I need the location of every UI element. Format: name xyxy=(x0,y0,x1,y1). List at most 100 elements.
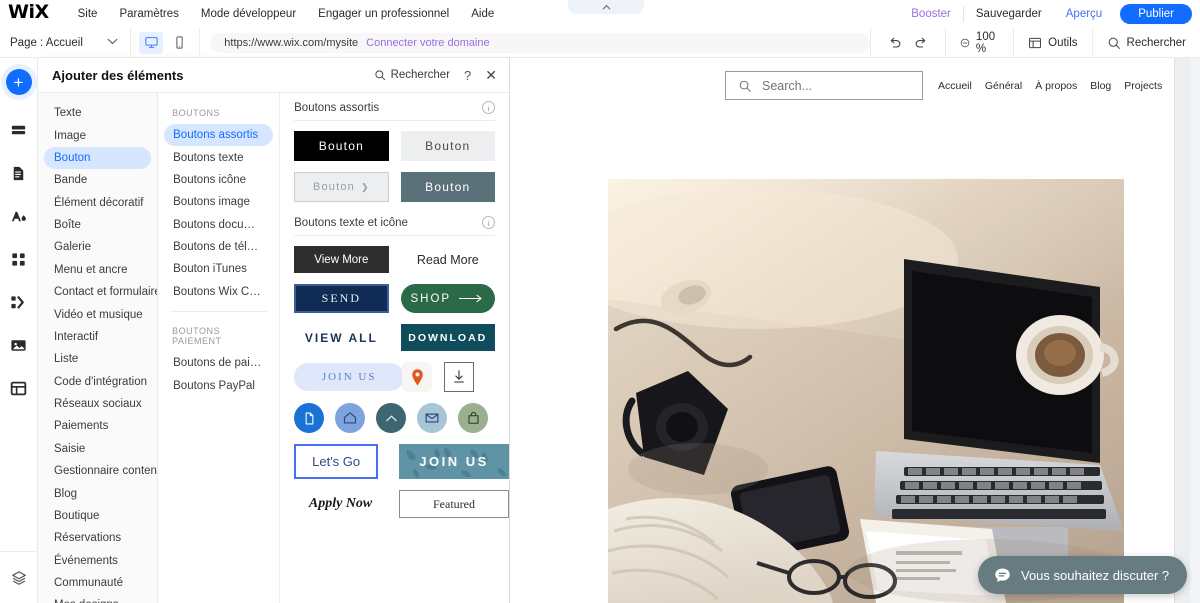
sidebar-item-site-pages[interactable] xyxy=(0,114,38,146)
site-nav-blog[interactable]: Blog xyxy=(1090,80,1111,92)
sample-button-featured[interactable]: Featured xyxy=(399,490,509,518)
sample-button-map-pin[interactable] xyxy=(402,362,433,392)
sample-button-download-icon[interactable] xyxy=(444,362,475,392)
info-icon[interactable]: i xyxy=(482,101,495,114)
category-evenements[interactable]: Événements xyxy=(44,550,151,572)
site-search-box[interactable] xyxy=(725,71,923,100)
subcategory-boutons-image[interactable]: Boutons image xyxy=(164,191,273,213)
subcategory-boutons-document[interactable]: Boutons document xyxy=(164,214,273,236)
sidebar-item-cms[interactable] xyxy=(0,372,38,404)
sidebar-item-theme-manager[interactable] xyxy=(0,200,38,232)
category-reseaux-sociaux[interactable]: Réseaux sociaux xyxy=(44,393,151,415)
info-icon[interactable]: i xyxy=(482,216,495,229)
sample-button-join-us-pill[interactable]: JOIN US xyxy=(294,363,405,391)
zoom-control[interactable]: 100 % xyxy=(944,28,1013,57)
sample-button-view-all[interactable]: VIEW ALL xyxy=(294,324,388,351)
tools-menu-button[interactable]: Outils xyxy=(1013,28,1091,57)
category-blog[interactable]: Blog xyxy=(44,482,151,504)
category-gestionnaire-contenu[interactable]: Gestionnaire contenu xyxy=(44,460,157,482)
subcategory-boutons-paypal[interactable]: Boutons PayPal xyxy=(164,374,273,396)
category-contact-et-formulaires[interactable]: Contact et formulaires xyxy=(44,281,157,303)
subcategory-boutons-assortis[interactable]: Boutons assortis xyxy=(164,124,274,147)
hero-image[interactable] xyxy=(608,179,1124,603)
menu-item-engager-professionnel[interactable]: Engager un professionnel xyxy=(307,8,460,20)
sample-button-solid-black[interactable]: Bouton xyxy=(294,131,389,161)
category-boutique[interactable]: Boutique xyxy=(44,505,151,527)
category-element-decoratif[interactable]: Élément décoratif xyxy=(44,192,151,214)
site-nav-projects[interactable]: Projects xyxy=(1124,80,1162,92)
panel-search-button[interactable]: Rechercher xyxy=(374,69,450,81)
site-nav-general[interactable]: Général xyxy=(985,80,1022,92)
category-liste[interactable]: Liste xyxy=(44,348,151,370)
category-image[interactable]: Image xyxy=(44,124,151,146)
category-bande[interactable]: Bande xyxy=(44,169,151,191)
menu-item-site[interactable]: Site xyxy=(67,8,109,20)
panel-close-button[interactable]: ✕ xyxy=(485,68,497,82)
sample-button-light-gray[interactable]: Bouton xyxy=(400,131,495,161)
sample-button-outline-arrow[interactable]: Bouton ❯ xyxy=(294,172,389,202)
sample-button-join-us-pattern[interactable]: JOIN US xyxy=(399,444,509,479)
sample-button-read-more[interactable]: Read More xyxy=(401,246,495,273)
category-interactif[interactable]: Interactif xyxy=(44,326,151,348)
category-galerie[interactable]: Galerie xyxy=(44,236,151,258)
sidebar-item-site-menu[interactable] xyxy=(0,157,38,189)
sidebar-item-media[interactable] xyxy=(0,329,38,361)
menu-item-aide[interactable]: Aide xyxy=(460,8,505,20)
site-nav-a-propos[interactable]: À propos xyxy=(1035,80,1077,92)
category-texte[interactable]: Texte xyxy=(44,102,151,124)
sample-button-slate[interactable]: Bouton xyxy=(400,172,495,202)
sample-icon-button-shopping-bag[interactable] xyxy=(458,403,489,433)
subcategory-boutons-telechargement[interactable]: Boutons de télécha... xyxy=(164,236,273,258)
menu-item-mode-developpeur[interactable]: Mode développeur xyxy=(190,8,307,20)
sample-icon-button-envelope[interactable] xyxy=(417,403,448,433)
sample-button-send[interactable]: SEND xyxy=(294,284,389,313)
sidebar-item-apps[interactable] xyxy=(0,243,38,275)
panel-help-button[interactable]: ? xyxy=(464,68,471,83)
sample-button-shop[interactable]: SHOP xyxy=(400,284,495,313)
canvas-scrollbar[interactable] xyxy=(1190,58,1200,603)
category-boite[interactable]: Boîte xyxy=(44,214,151,236)
desktop-view-button[interactable] xyxy=(139,31,164,54)
editor-search-button[interactable]: Rechercher xyxy=(1091,28,1200,57)
subcategory-boutons-wix-chat[interactable]: Boutons Wix Chat xyxy=(164,281,273,303)
redo-button[interactable] xyxy=(911,33,931,53)
category-paiements[interactable]: Paiements xyxy=(44,415,151,437)
undo-button[interactable] xyxy=(885,33,905,53)
sidebar-item-business-tools[interactable] xyxy=(0,286,38,318)
chat-widget-button[interactable]: Vous souhaitez discuter ? xyxy=(978,556,1188,594)
sample-icon-button-home[interactable] xyxy=(335,403,366,433)
menu-item-parametres[interactable]: Paramètres xyxy=(108,8,189,20)
booster-link[interactable]: Booster xyxy=(899,8,963,20)
category-bouton[interactable]: Bouton xyxy=(44,146,152,170)
subcategory-boutons-texte[interactable]: Boutons texte xyxy=(164,146,273,168)
site-search-input[interactable] xyxy=(760,77,910,94)
top-collapse-handle[interactable] xyxy=(568,0,644,14)
category-mes-designs[interactable]: Mes designs xyxy=(44,594,151,603)
subcategory-boutons-de-paiement[interactable]: Boutons de paiement xyxy=(164,352,273,374)
category-code-integration[interactable]: Code d'intégration xyxy=(44,371,151,393)
sidebar-item-add-elements[interactable]: + xyxy=(0,66,38,98)
mobile-view-button[interactable] xyxy=(167,32,191,54)
sample-icon-button-chevron-up[interactable] xyxy=(376,403,407,433)
connect-domain-link[interactable]: Connecter votre domaine xyxy=(366,37,490,49)
subcategory-boutons-icone[interactable]: Boutons icône xyxy=(164,169,273,191)
wix-logo[interactable]: WiX xyxy=(8,3,49,24)
page-selector[interactable]: Page : Accueil xyxy=(0,28,132,57)
category-menu-et-ancre[interactable]: Menu et ancre xyxy=(44,259,151,281)
sample-button-lets-go[interactable]: Let's Go xyxy=(294,444,379,479)
sample-button-view-more[interactable]: View More xyxy=(294,246,389,273)
site-nav-accueil[interactable]: Accueil xyxy=(938,80,972,92)
sample-button-download[interactable]: DOWNLOAD xyxy=(400,324,495,351)
preview-button[interactable]: Aperçu xyxy=(1054,8,1114,20)
category-saisie[interactable]: Saisie xyxy=(44,438,151,460)
category-reservations[interactable]: Réservations xyxy=(44,527,151,549)
category-communaute[interactable]: Communauté xyxy=(44,572,151,594)
site-url-bar[interactable]: https://www.wix.com/mysite Connecter vot… xyxy=(210,32,870,53)
save-button[interactable]: Sauvegarder xyxy=(964,8,1054,20)
category-video-et-musique[interactable]: Vidéo et musique xyxy=(44,303,151,325)
sample-icon-button-document[interactable] xyxy=(294,403,325,433)
publish-button[interactable]: Publier xyxy=(1120,3,1192,24)
sample-button-apply-now[interactable]: Apply Now xyxy=(294,490,387,518)
sidebar-item-layers[interactable] xyxy=(0,551,38,603)
subcategory-bouton-itunes[interactable]: Bouton iTunes xyxy=(164,258,273,280)
